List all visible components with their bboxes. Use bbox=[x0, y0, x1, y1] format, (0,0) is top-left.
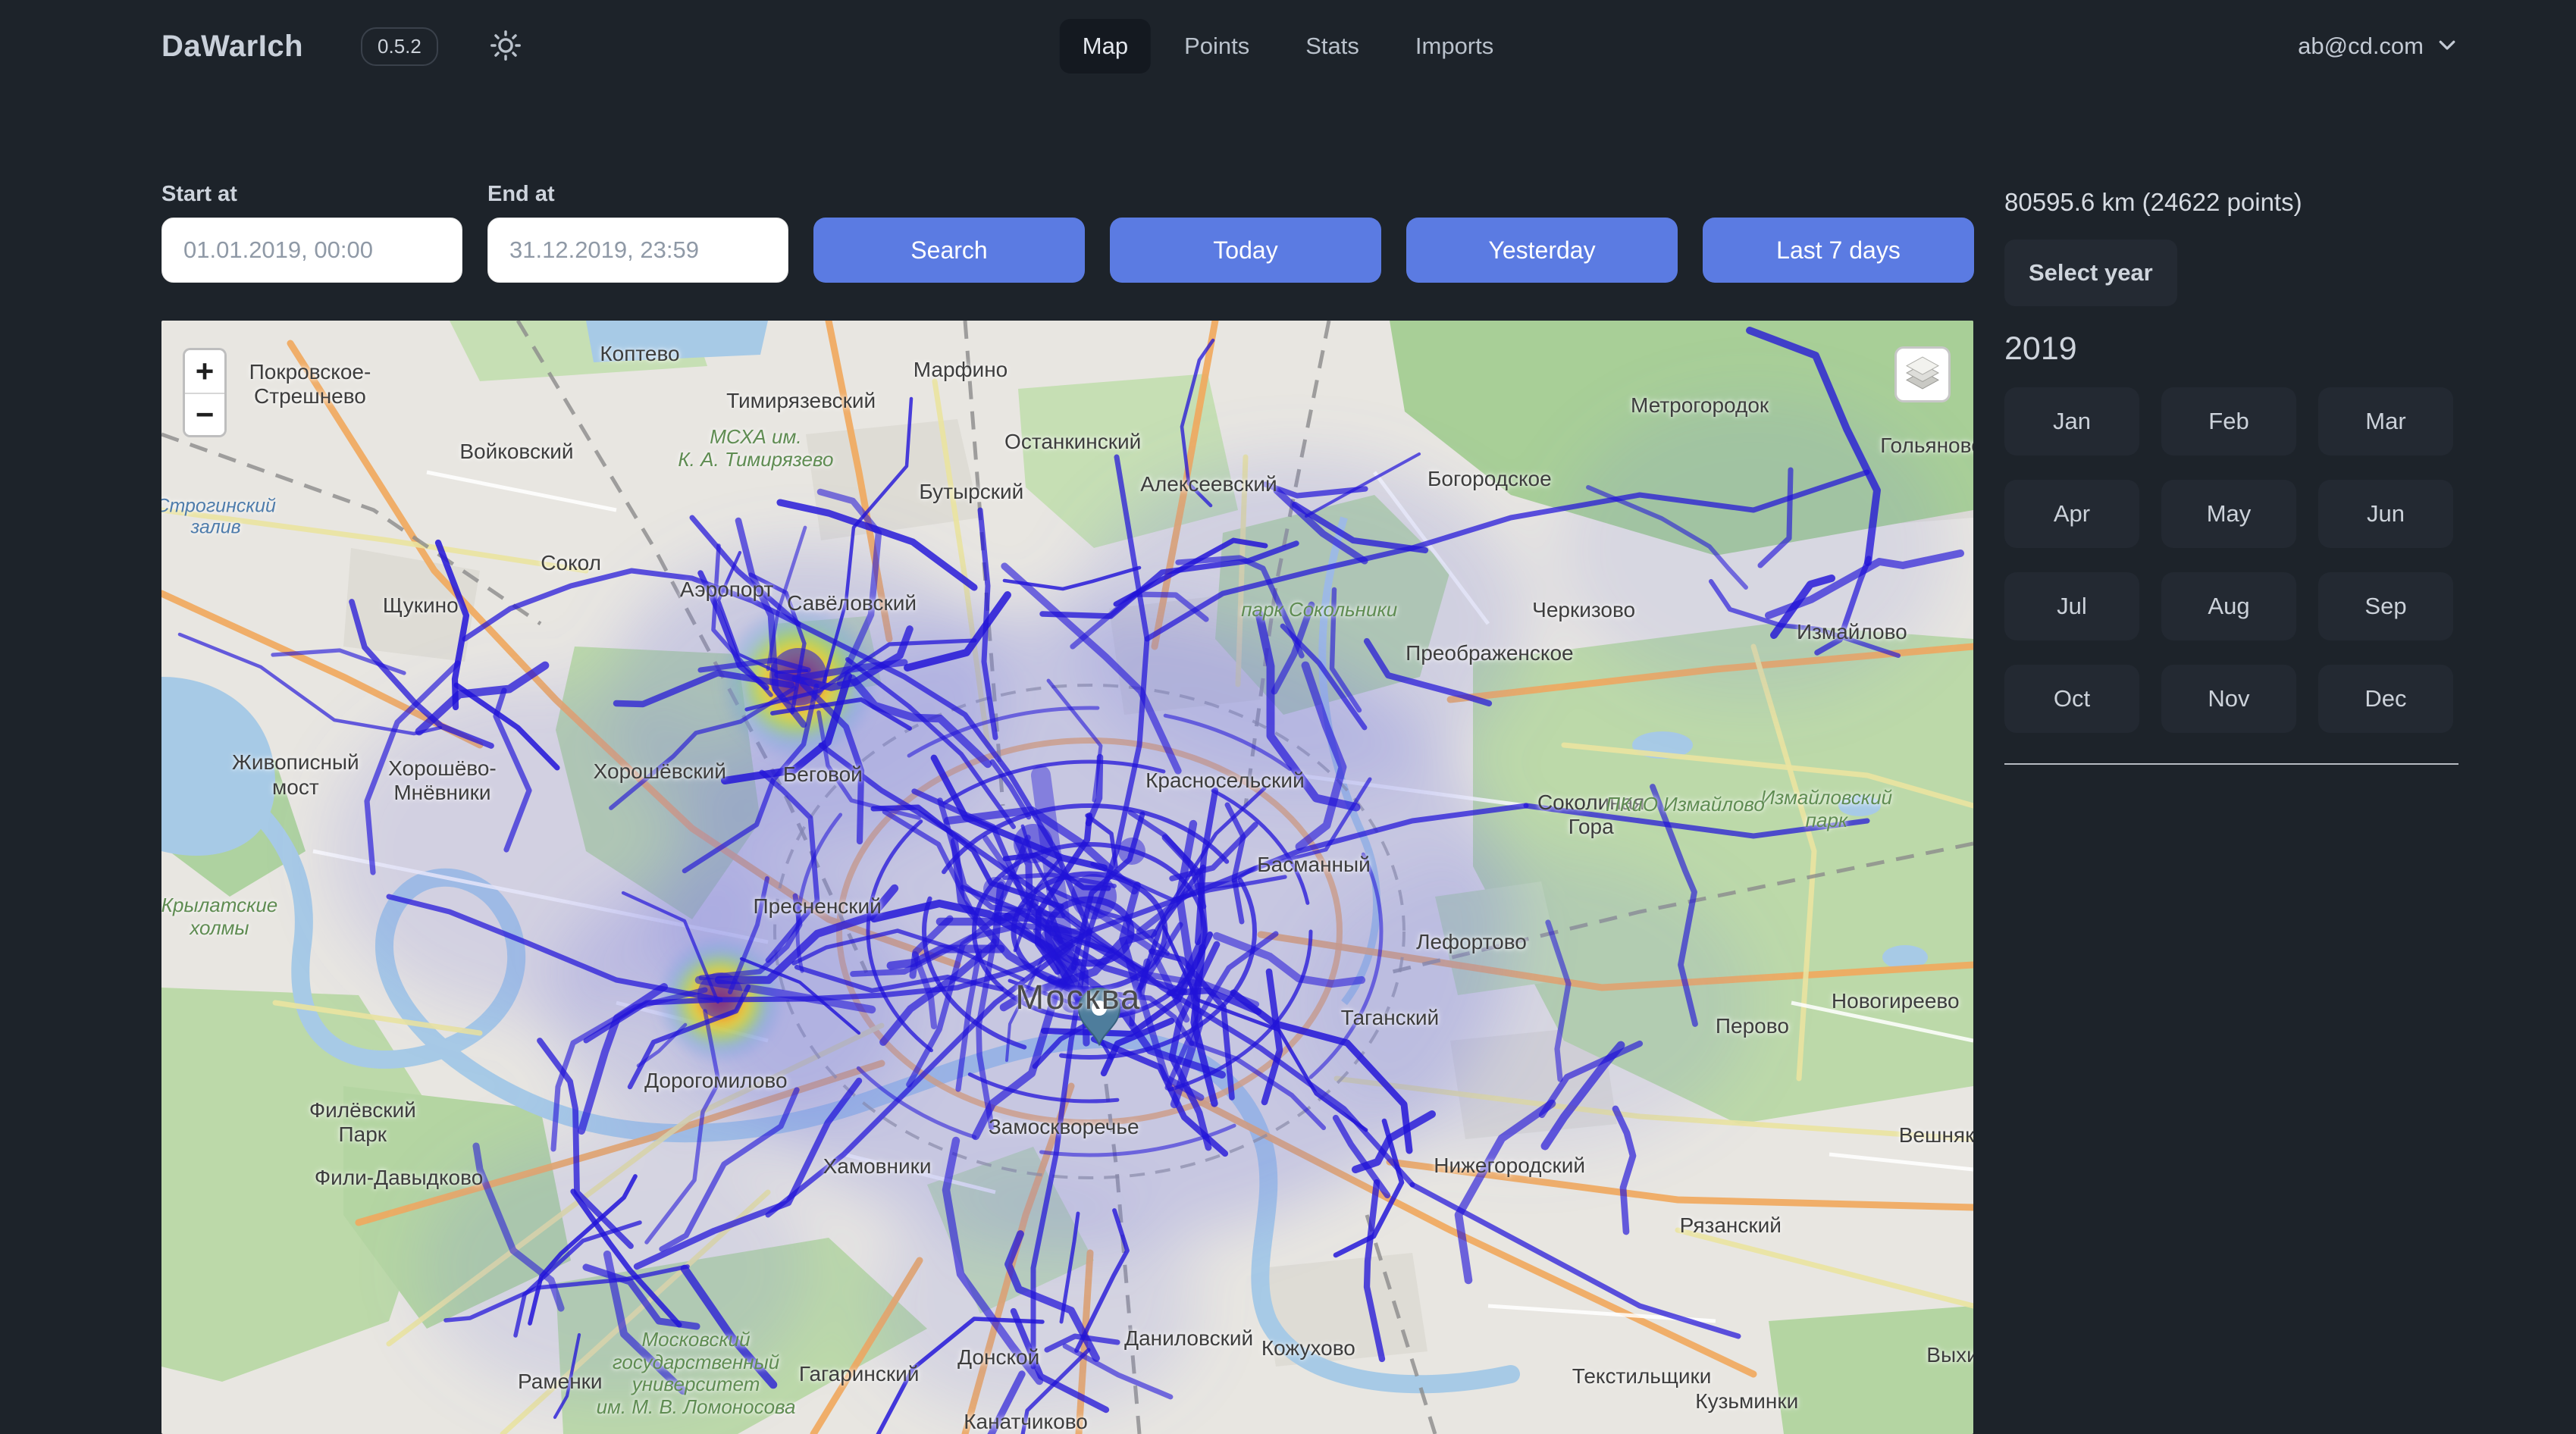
month-button-aug[interactable]: Aug bbox=[2161, 572, 2296, 640]
end-at-label: End at bbox=[487, 182, 788, 207]
end-at-field: End at bbox=[487, 182, 788, 283]
month-button-apr[interactable]: Apr bbox=[2004, 480, 2139, 548]
start-at-label: Start at bbox=[161, 182, 462, 207]
month-button-sep[interactable]: Sep bbox=[2318, 572, 2453, 640]
chevron-down-icon bbox=[2436, 33, 2458, 60]
sidebar-divider bbox=[2004, 763, 2458, 765]
last-7-days-button[interactable]: Last 7 days bbox=[1703, 218, 1974, 283]
month-button-mar[interactable]: Mar bbox=[2318, 387, 2453, 456]
month-button-feb[interactable]: Feb bbox=[2161, 387, 2296, 456]
yesterday-button[interactable]: Yesterday bbox=[1406, 218, 1678, 283]
navbar: DaWarIch 0.5.2 Map Points Stats Imports … bbox=[0, 0, 2576, 92]
sun-icon bbox=[488, 28, 523, 65]
end-at-input[interactable] bbox=[487, 218, 788, 283]
start-at-field: Start at bbox=[161, 182, 462, 283]
month-button-jun[interactable]: Jun bbox=[2318, 480, 2453, 548]
theme-toggle-button[interactable] bbox=[488, 28, 523, 65]
layers-icon bbox=[1905, 356, 1940, 393]
main-nav-tabs: Map Points Stats Imports bbox=[1060, 19, 1517, 74]
months-grid: Jan Feb Mar Apr May Jun Jul Aug Sep Oct … bbox=[2004, 387, 2458, 733]
tab-points[interactable]: Points bbox=[1161, 19, 1272, 74]
version-badge: 0.5.2 bbox=[361, 27, 438, 66]
month-button-dec[interactable]: Dec bbox=[2318, 665, 2453, 733]
month-button-jul[interactable]: Jul bbox=[2004, 572, 2139, 640]
month-button-jan[interactable]: Jan bbox=[2004, 387, 2139, 456]
tab-map[interactable]: Map bbox=[1060, 19, 1151, 74]
map-layers-control[interactable] bbox=[1894, 346, 1951, 402]
dawarich-app: DaWarIch 0.5.2 Map Points Stats Imports … bbox=[0, 0, 2576, 1434]
app-logo[interactable]: DaWarIch bbox=[161, 30, 303, 64]
today-button[interactable]: Today bbox=[1110, 218, 1381, 283]
zoom-out-button[interactable]: − bbox=[185, 393, 224, 435]
search-button[interactable]: Search bbox=[813, 218, 1085, 283]
start-at-input[interactable] bbox=[161, 218, 462, 283]
month-button-nov[interactable]: Nov bbox=[2161, 665, 2296, 733]
user-email: ab@cd.com bbox=[2298, 33, 2424, 60]
map[interactable]: КоптевоПокровское- СтрешневоТимирязевски… bbox=[161, 321, 1973, 1434]
distance-points-summary: 80595.6 km (24622 points) bbox=[2004, 188, 2458, 217]
year-sidebar: 80595.6 km (24622 points) Select year 20… bbox=[2004, 188, 2458, 765]
map-zoom-control: + − bbox=[183, 348, 227, 437]
tab-imports[interactable]: Imports bbox=[1393, 19, 1516, 74]
month-button-may[interactable]: May bbox=[2161, 480, 2296, 548]
user-menu[interactable]: ab@cd.com bbox=[2298, 33, 2458, 60]
select-year-button[interactable]: Select year bbox=[2004, 240, 2177, 306]
map-canvas bbox=[161, 321, 1973, 1434]
zoom-in-button[interactable]: + bbox=[185, 350, 224, 393]
month-button-oct[interactable]: Oct bbox=[2004, 665, 2139, 733]
tab-stats[interactable]: Stats bbox=[1283, 19, 1382, 74]
year-heading: 2019 bbox=[2004, 330, 2458, 368]
